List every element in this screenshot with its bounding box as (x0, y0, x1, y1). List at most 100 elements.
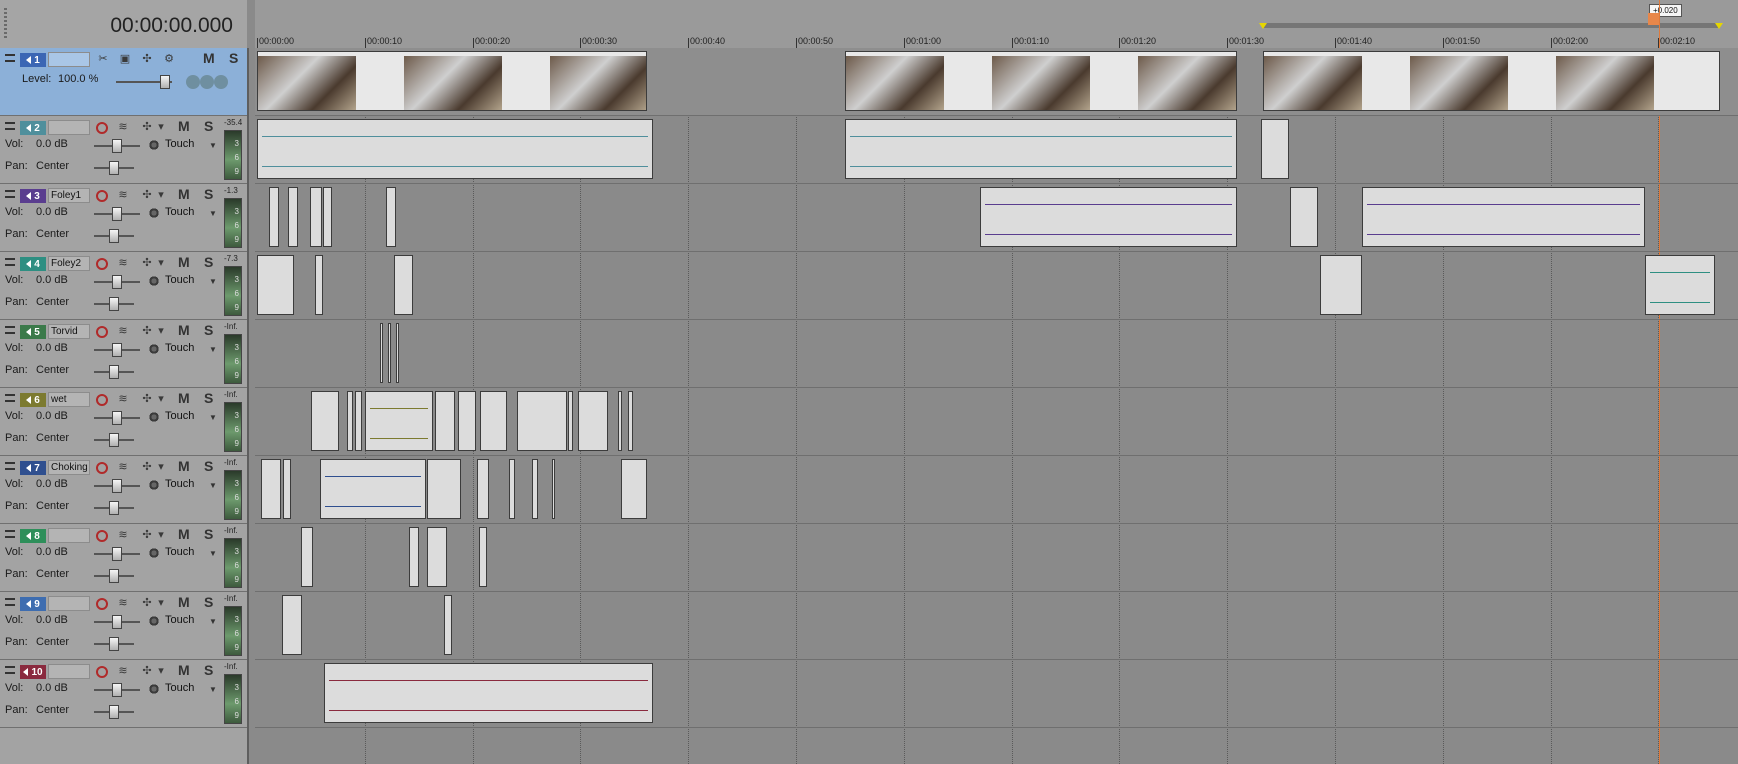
audio-event[interactable] (288, 187, 298, 247)
audio-event[interactable] (480, 391, 507, 451)
vol-slider-thumb[interactable] (112, 615, 122, 629)
audio-event[interactable] (1290, 187, 1318, 247)
audio-event[interactable] (458, 391, 476, 451)
track-fx-icon[interactable]: ✣ (140, 663, 154, 677)
audio-event[interactable] (347, 391, 353, 451)
expand-arrow-icon[interactable] (26, 396, 32, 404)
automation-mode[interactable]: Touch (165, 274, 194, 286)
track-fx-icon[interactable]: ✣ (140, 323, 154, 337)
track-name-field[interactable]: Foley1 (48, 188, 90, 203)
composite-mode-icon[interactable] (186, 75, 200, 89)
track-drag-handle[interactable] (5, 54, 15, 62)
mute-button[interactable]: M (178, 390, 190, 406)
invert-phase-icon[interactable]: ≋ (116, 595, 130, 609)
record-arm-button[interactable] (96, 122, 108, 134)
track-drag-handle[interactable] (5, 326, 15, 334)
invert-phase-icon[interactable]: ≋ (116, 459, 130, 473)
audio-event[interactable] (552, 459, 555, 519)
audio-event[interactable] (409, 527, 419, 587)
audio-event[interactable] (396, 323, 399, 383)
vol-slider-thumb[interactable] (112, 683, 122, 697)
chevron-down-icon[interactable]: ▾ (154, 187, 168, 201)
audio-event[interactable] (283, 459, 291, 519)
expand-arrow-icon[interactable] (26, 328, 32, 336)
audio-event[interactable] (394, 255, 413, 315)
parent-icon[interactable] (214, 75, 228, 89)
audio-track-lane[interactable] (255, 524, 1738, 592)
automation-mode[interactable]: Touch (165, 682, 194, 694)
solo-button[interactable]: S (204, 526, 213, 542)
record-arm-button[interactable] (96, 258, 108, 270)
pan-slider-thumb[interactable] (109, 433, 119, 447)
audio-event[interactable] (621, 459, 647, 519)
solo-button[interactable]: S (204, 458, 213, 474)
chevron-down-icon[interactable]: ▾ (154, 391, 168, 405)
chevron-down-icon[interactable]: ▼ (209, 413, 217, 422)
record-arm-button[interactable] (96, 326, 108, 338)
chevron-down-icon[interactable]: ▼ (209, 685, 217, 694)
track-fx-icon[interactable]: ✣ (140, 391, 154, 405)
audio-track-lane[interactable] (255, 252, 1738, 320)
invert-phase-icon[interactable]: ≋ (116, 527, 130, 541)
audio-track-lane[interactable] (255, 592, 1738, 660)
track-name-field[interactable] (48, 52, 90, 67)
vol-slider-thumb[interactable] (112, 343, 122, 357)
automation-icon[interactable] (148, 343, 160, 355)
vol-slider-thumb[interactable] (112, 207, 122, 221)
pan-slider-thumb[interactable] (109, 365, 119, 379)
track-drag-handle[interactable] (5, 666, 15, 674)
invert-phase-icon[interactable]: ≋ (116, 119, 130, 133)
invert-phase-icon[interactable]: ≋ (116, 187, 130, 201)
invert-phase-icon[interactable]: ≋ (116, 391, 130, 405)
loop-start-marker[interactable] (1259, 23, 1267, 29)
audio-track-header[interactable]: 9 ≋ ✣ ▾ -Inf. Vol: 0.0 dB Touch ▼ Pan: Center 3 6 9 M S (0, 592, 247, 660)
chevron-down-icon[interactable]: ▼ (209, 209, 217, 218)
automation-mode[interactable]: Touch (165, 478, 194, 490)
audio-event[interactable] (578, 391, 608, 451)
audio-track-header[interactable]: 10 ≋ ✣ ▾ -Inf. Vol: 0.0 dB Touch ▼ Pan: Center 3 6 9 M… (0, 660, 247, 728)
chevron-down-icon[interactable]: ▾ (154, 119, 168, 133)
video-event[interactable] (257, 51, 647, 111)
audio-event[interactable] (980, 187, 1237, 247)
pan-slider-thumb[interactable] (109, 297, 119, 311)
vol-slider-thumb[interactable] (112, 479, 122, 493)
audio-event[interactable] (355, 391, 362, 451)
pan-slider-thumb[interactable] (109, 705, 119, 719)
audio-event[interactable] (444, 595, 452, 655)
chevron-down-icon[interactable]: ▾ (154, 527, 168, 541)
track-drag-handle[interactable] (5, 462, 15, 470)
expand-arrow-icon[interactable] (26, 124, 32, 132)
invert-phase-icon[interactable]: ≋ (116, 663, 130, 677)
automation-mode[interactable]: Touch (165, 614, 194, 626)
audio-event[interactable] (435, 391, 455, 451)
audio-event[interactable] (628, 391, 633, 451)
pan-slider-thumb[interactable] (109, 637, 119, 651)
audio-track-lane[interactable] (255, 320, 1738, 388)
audio-track-header[interactable]: 5 Torvid ≋ ✣ ▾ -Inf. Vol: 0.0 dB Touch ▼ Pan: Cente… (0, 320, 247, 388)
track-fx-icon[interactable]: ✣ (140, 459, 154, 473)
automation-icon[interactable] (148, 479, 160, 491)
mute-button[interactable]: M (203, 50, 215, 66)
audio-track-header[interactable]: 2 ≋ ✣ ▾ -35.4 Vol: 0.0 dB Touch ▼ Pan: Center 3 6 9 M S (0, 116, 247, 184)
automation-icon[interactable] (148, 139, 160, 151)
track-drag-handle[interactable] (5, 598, 15, 606)
chevron-down-icon[interactable]: ▾ (154, 323, 168, 337)
audio-event[interactable] (261, 459, 281, 519)
automation-icon[interactable] (148, 207, 160, 219)
expand-arrow-icon[interactable] (26, 260, 32, 268)
video-event[interactable] (845, 51, 1237, 111)
audio-track-header[interactable]: 8 ≋ ✣ ▾ -Inf. Vol: 0.0 dB Touch ▼ Pan: Center 3 6 9 M S (0, 524, 247, 592)
chevron-down-icon[interactable]: ▼ (209, 345, 217, 354)
automation-icon[interactable] (148, 411, 160, 423)
mute-button[interactable]: M (178, 254, 190, 270)
cut-icon[interactable]: ✂ (96, 51, 110, 65)
timeline-area[interactable]: +0.020 00:00:00 00:00:10 00:00:20 00:00:30 0… (255, 0, 1738, 764)
record-arm-button[interactable] (96, 598, 108, 610)
audio-event[interactable] (380, 323, 383, 383)
audio-event[interactable] (1320, 255, 1362, 315)
level-slider-thumb[interactable] (160, 75, 170, 89)
audio-event[interactable] (320, 459, 426, 519)
chevron-down-icon[interactable]: ▼ (209, 549, 217, 558)
chevron-down-icon[interactable]: ▼ (209, 617, 217, 626)
vol-slider-thumb[interactable] (112, 547, 122, 561)
